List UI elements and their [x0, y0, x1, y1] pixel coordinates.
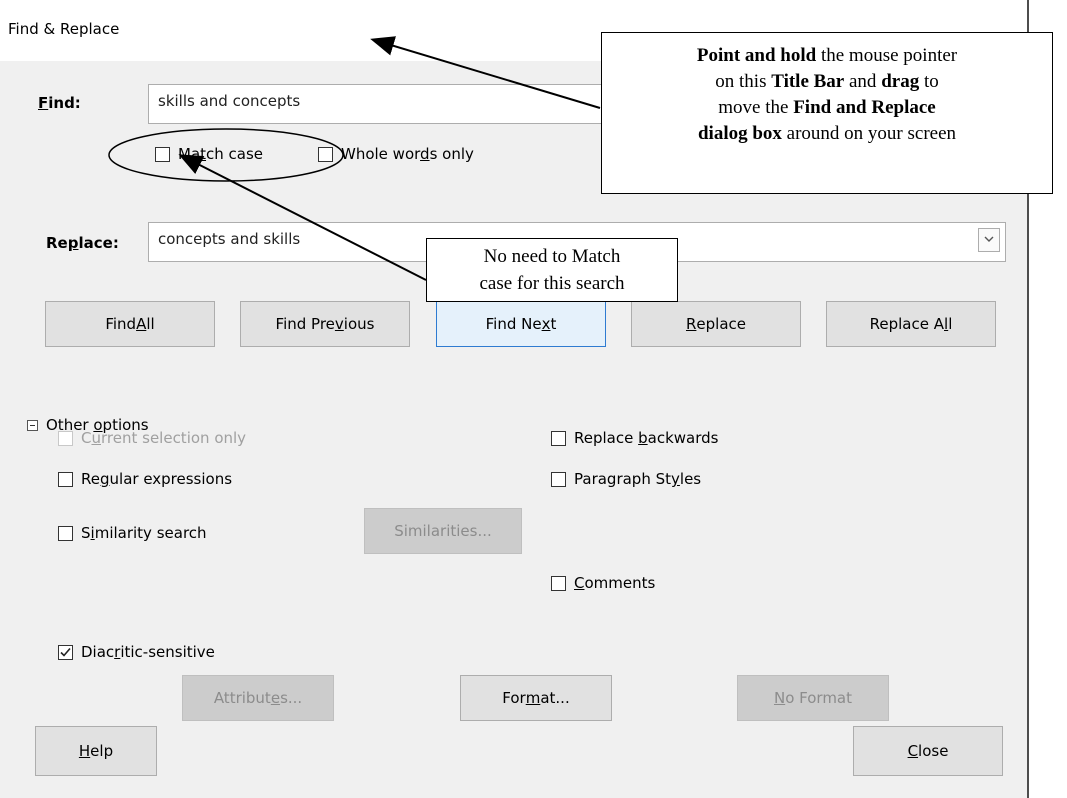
match-case-label: Match case — [178, 145, 264, 163]
find-previous-button[interactable]: Find Pre v ious — [240, 301, 410, 347]
diacritic-sensitive-checkbox[interactable]: Diacritic-sensitive — [58, 643, 215, 661]
checkmark-icon — [60, 647, 71, 657]
find-next-button[interactable]: Find Ne x t — [436, 301, 606, 347]
regular-expressions-checkbox[interactable]: Regular expressions — [58, 470, 232, 488]
replace-all-button[interactable]: Replace All — [826, 301, 996, 347]
similarity-search-box[interactable] — [58, 525, 73, 541]
collapse-icon[interactable] — [27, 419, 38, 431]
title-bar-callout: Point and hold the mouse pointer on this… — [601, 32, 1053, 194]
chevron-down-icon — [984, 236, 994, 242]
replace-backwards-label: Replace backwards — [574, 429, 719, 447]
diacritic-sensitive-label: Diacritic-sensitive — [81, 643, 215, 661]
whole-words-box[interactable] — [318, 146, 333, 162]
current-selection-label: Current selection only — [81, 429, 247, 447]
paragraph-styles-label: Paragraph Styles — [574, 470, 702, 488]
callout-line-1: Point and hold the mouse pointer — [696, 45, 958, 66]
match-case-callout-line-2: case for this search — [479, 273, 625, 294]
replace-backwards-box[interactable] — [551, 430, 566, 446]
comments-checkbox[interactable]: Comments — [551, 574, 655, 592]
match-case-checkbox[interactable]: Match case — [155, 145, 263, 163]
replace-backwards-checkbox[interactable]: Replace backwards — [551, 429, 718, 447]
format-button[interactable]: For m at... — [460, 675, 612, 721]
close-button[interactable]: Close — [853, 726, 1003, 776]
find-input-value: skills and concepts — [158, 92, 301, 110]
similarity-search-checkbox[interactable]: Similarity search — [58, 524, 207, 542]
find-label: Find: — [38, 94, 81, 112]
paragraph-styles-box[interactable] — [551, 471, 566, 487]
attributes-button: Attribut e s... — [182, 675, 334, 721]
dialog-title: Find & Replace — [8, 20, 120, 38]
comments-box[interactable] — [551, 575, 566, 591]
match-case-box[interactable] — [155, 146, 170, 162]
help-button[interactable]: Help — [35, 726, 157, 776]
find-all-button[interactable]: Find All — [45, 301, 215, 347]
diacritic-sensitive-box[interactable] — [58, 644, 73, 660]
current-selection-box — [58, 430, 73, 446]
regular-expressions-label: Regular expressions — [81, 470, 233, 488]
current-selection-checkbox: Current selection only — [58, 429, 246, 447]
match-case-callout: No need to Match case for this search — [426, 238, 678, 302]
paragraph-styles-checkbox[interactable]: Paragraph Styles — [551, 470, 701, 488]
regular-expressions-box[interactable] — [58, 471, 73, 487]
whole-words-label: Whole words only — [341, 145, 474, 163]
match-case-callout-line-1: No need to Match — [483, 246, 621, 267]
whole-words-checkbox[interactable]: Whole words only — [318, 145, 474, 163]
callout-line-4: dialog box around on your screen — [697, 123, 957, 144]
callout-line-3: move the Find and Replace — [718, 97, 936, 118]
similarity-search-label: Similarity search — [81, 524, 207, 542]
no-format-button: No Format — [737, 675, 889, 721]
callout-line-2: on this Title Bar and drag to — [715, 71, 939, 92]
comments-label: Comments — [574, 574, 656, 592]
replace-label: Replace: — [46, 234, 119, 252]
similarities-button: Similarities... — [364, 508, 522, 554]
find-input[interactable]: skills and concepts — [148, 84, 622, 124]
replace-button[interactable]: Replace — [631, 301, 801, 347]
replace-input-value: concepts and skills — [158, 230, 301, 248]
replace-dropdown-button[interactable] — [978, 228, 1000, 252]
